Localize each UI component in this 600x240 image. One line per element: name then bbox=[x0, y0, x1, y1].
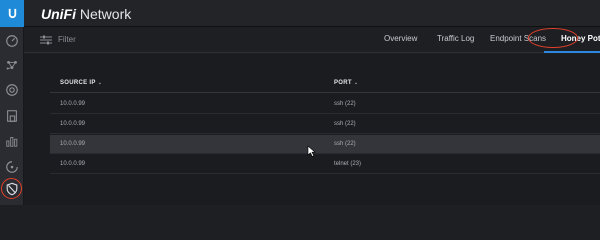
header-divider bbox=[50, 92, 600, 93]
table-row[interactable]: 10.0.0.99 ssh (22) bbox=[50, 115, 600, 134]
sidebar-item-insights[interactable] bbox=[4, 159, 20, 175]
column-label-source-ip: SOURCE IP bbox=[60, 80, 96, 86]
client-devices-icon bbox=[7, 110, 17, 122]
cell-source-ip: 10.0.0.99 bbox=[60, 161, 86, 167]
sidebar-item-devices[interactable] bbox=[4, 82, 20, 98]
column-header-source-ip[interactable]: SOURCE IP ⌄ bbox=[60, 80, 102, 86]
column-header-port[interactable]: PORT ⌄ bbox=[334, 80, 358, 86]
insights-icon bbox=[6, 161, 18, 173]
target-icon bbox=[6, 84, 18, 96]
app-title: UniFi Network bbox=[41, 6, 131, 22]
table-row[interactable]: 10.0.0.99 ssh (22) bbox=[50, 135, 600, 154]
sidebar-item-statistics[interactable] bbox=[4, 133, 20, 149]
ubiquiti-u-icon bbox=[8, 8, 16, 19]
filter-icon[interactable] bbox=[40, 35, 52, 45]
annotation-circle-sidebar bbox=[1, 178, 22, 199]
cell-source-ip: 10.0.0.99 bbox=[60, 101, 86, 107]
brand-network: Network bbox=[79, 6, 132, 22]
column-label-port: PORT bbox=[334, 80, 352, 86]
cell-port: ssh (22) bbox=[334, 141, 356, 147]
cell-source-ip: 10.0.0.99 bbox=[60, 141, 86, 147]
toolbar: Filter Overview Traffic Log Endpoint Sca… bbox=[24, 28, 600, 53]
bar-chart-icon bbox=[6, 137, 18, 147]
cell-source-ip: 10.0.0.99 bbox=[60, 121, 86, 127]
table-header: SOURCE IP ⌄ PORT ⌄ bbox=[50, 80, 600, 92]
brand-unifi: UniFi bbox=[41, 6, 76, 22]
top-bar: UniFi Network bbox=[24, 0, 600, 27]
sidebar-item-dashboard[interactable] bbox=[4, 33, 20, 49]
mouse-cursor-icon bbox=[307, 145, 316, 157]
sidebar bbox=[0, 0, 24, 205]
cell-port: ssh (22) bbox=[334, 101, 356, 107]
cell-port: ssh (22) bbox=[334, 121, 356, 127]
speedometer-icon bbox=[6, 35, 18, 47]
sort-chevron-icon: ⌄ bbox=[97, 80, 103, 86]
sort-chevron-icon: ⌄ bbox=[353, 80, 359, 86]
tab-traffic-log[interactable]: Traffic Log bbox=[437, 34, 474, 43]
cell-port: telnet (23) bbox=[334, 161, 362, 167]
filter-input[interactable]: Filter bbox=[58, 35, 76, 44]
table-row[interactable]: 10.0.0.99 telnet (23) bbox=[50, 155, 600, 174]
network-map-icon bbox=[6, 60, 17, 70]
ubiquiti-logo[interactable] bbox=[0, 0, 24, 27]
sidebar-item-topology[interactable] bbox=[4, 57, 20, 73]
tab-overview[interactable]: Overview bbox=[384, 34, 417, 43]
honey-pot-table-panel: SOURCE IP ⌄ PORT ⌄ 10.0.0.99 ssh (22) 10.0… bbox=[24, 54, 600, 205]
annotation-circle-honey-pot bbox=[528, 28, 578, 48]
table-row[interactable]: 10.0.0.99 ssh (22) bbox=[50, 95, 600, 114]
sidebar-item-clients[interactable] bbox=[4, 108, 20, 124]
